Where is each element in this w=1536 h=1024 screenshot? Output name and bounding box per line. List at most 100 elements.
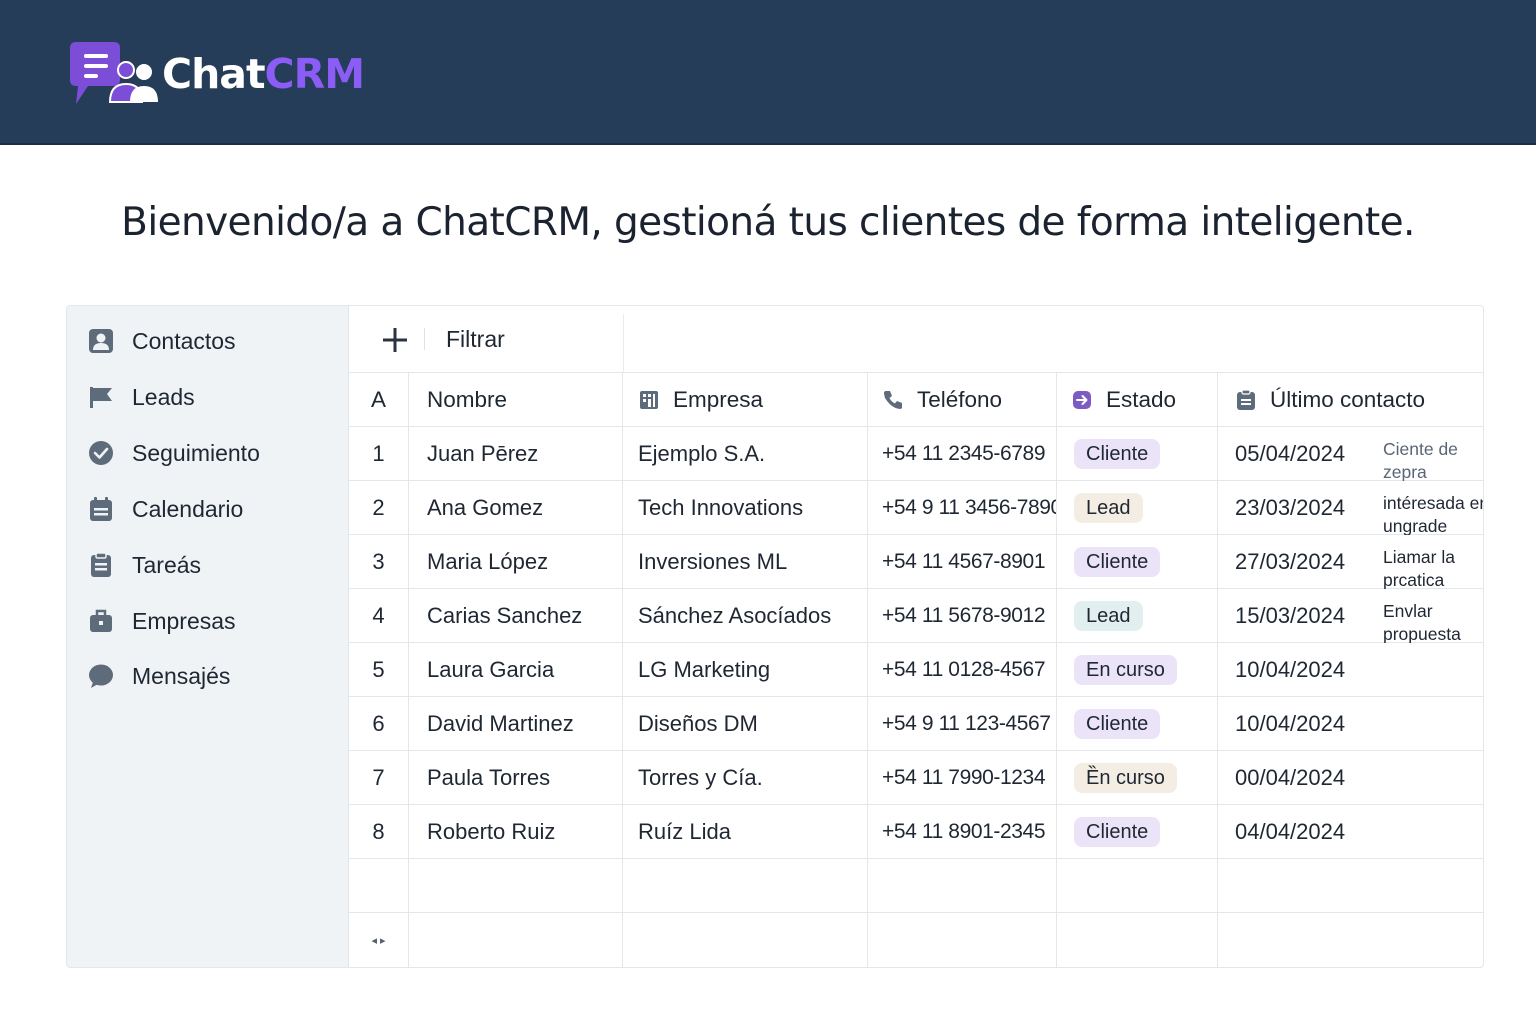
contact-name[interactable]: Laura Garcia (409, 643, 623, 697)
table-row[interactable]: 2 Ana Gomez Tech Innovations +54 9 11 34… (349, 481, 1484, 535)
contact-name[interactable]: Maria López (409, 535, 623, 589)
status-cell[interactable]: Cliente (1057, 805, 1218, 859)
contact-name[interactable]: Paula Torres (409, 751, 623, 805)
brand-logo[interactable]: ChatCRM (66, 40, 365, 108)
column-header-empresa[interactable]: Empresa (623, 373, 868, 427)
sidebar-item-leads[interactable]: Leads (87, 377, 337, 417)
table-row[interactable]: 3 Maria López Inversiones ML +54 11 4567… (349, 535, 1483, 589)
contact-name[interactable]: Ana Gomez (409, 481, 623, 535)
last-contact-cell[interactable]: 10/04/2024 (1218, 643, 1483, 697)
phone-number[interactable]: +54 11 0128-4567 (868, 643, 1057, 697)
contact-name[interactable]: Juan Pērez (409, 427, 623, 481)
status-badge: En curso (1074, 655, 1177, 685)
status-cell[interactable]: Cliente (1057, 535, 1218, 589)
company-name[interactable]: Ruíz Lida (623, 805, 868, 859)
phone-number[interactable]: +54 11 8901-2345 (868, 805, 1057, 859)
last-contact-cell[interactable]: 23/03/2024 intéresada en ungrade (1218, 481, 1484, 535)
phone-number[interactable]: +54 11 7990-1234 (868, 751, 1057, 805)
company-name[interactable]: Torres y Cía. (623, 751, 868, 805)
table-row[interactable]: 8 Roberto Ruiz Ruíz Lida +54 11 8901-234… (349, 805, 1483, 859)
contact-card-icon (87, 327, 115, 355)
sidebar-item-label: Contactos (132, 327, 236, 354)
last-contact-cell[interactable]: 05/04/2024 Ciente de zepra (1218, 427, 1483, 481)
last-contact-cell[interactable]: 15/03/2024 Envlar propuesta (1218, 589, 1483, 643)
contact-name[interactable]: Roberto Ruiz (409, 805, 623, 859)
sidebar-item-calendario[interactable]: Calendario (87, 489, 337, 529)
sidebar-item-mensajes[interactable]: Mensajés (87, 656, 337, 696)
last-contact-cell[interactable]: 00/04/2024 (1218, 751, 1483, 805)
empty-cell (349, 859, 409, 913)
sidebar-item-contactos[interactable]: Contactos (87, 321, 337, 361)
table-row[interactable]: 6 David Martinez Diseños DM +54 9 11 123… (349, 697, 1483, 751)
table-row[interactable]: 5 Laura Garcia LG Marketing +54 11 0128-… (349, 643, 1483, 697)
table-row[interactable]: 1 Juan Pērez Ejemplo S.A. +54 11 2345-67… (349, 427, 1483, 481)
last-contact-date: 04/04/2024 (1235, 819, 1346, 844)
company-name[interactable]: LG Marketing (623, 643, 868, 697)
status-cell[interactable]: Cliente (1057, 697, 1218, 751)
status-badge: Cliente (1074, 439, 1161, 469)
contact-note: Ciente de zepra (1383, 439, 1458, 481)
building-icon (638, 389, 660, 411)
status-cell[interactable]: Lead (1057, 481, 1218, 535)
last-contact-cell[interactable]: 27/03/2024 Liamar la prcatica (1218, 535, 1483, 589)
add-button[interactable] (379, 324, 411, 356)
phone-number[interactable]: +54 11 5678-9012 (868, 589, 1057, 643)
contact-name[interactable]: Carias Sanchez (409, 589, 623, 643)
last-contact-cell[interactable]: 04/04/2024 (1218, 805, 1483, 859)
empty-cell (1218, 859, 1483, 913)
sidebar-item-seguimiento[interactable]: Seguimiento (87, 433, 337, 473)
sidebar-item-label: Seguimiento (132, 439, 260, 466)
column-header-estado[interactable]: Estado (1057, 373, 1218, 427)
phone-number[interactable]: +54 9 11 123-4567 (868, 697, 1057, 751)
phone-number[interactable]: +54 9 11 3456-7890 (868, 481, 1057, 535)
row-index: 5 (349, 643, 409, 697)
row-index: 6 (349, 697, 409, 751)
sidebar-item-empresas[interactable]: Empresas (87, 601, 337, 641)
phone-number[interactable]: +54 11 2345-6789 (868, 427, 1057, 481)
empty-table-row[interactable] (349, 859, 1483, 913)
column-header-nombre[interactable]: Nombre (409, 373, 623, 427)
row-index: 8 (349, 805, 409, 859)
toolbar-divider (424, 328, 425, 350)
phone-number[interactable]: +54 11 4567-8901 (868, 535, 1057, 589)
status-cell[interactable]: Cliente (1057, 427, 1218, 481)
sidebar-item-label: Calendario (132, 495, 244, 522)
empty-cell (409, 913, 623, 967)
contact-note: intéresada en ungrade (1383, 493, 1484, 535)
company-name[interactable]: Sánchez Asocíados (623, 589, 868, 643)
empty-cell (1057, 859, 1218, 913)
contact-note: Envlar propuesta (1383, 601, 1461, 643)
last-contact-cell[interactable]: 10/04/2024 (1218, 697, 1483, 751)
empty-cell (1218, 913, 1483, 967)
company-name[interactable]: Diseños DM (623, 697, 868, 751)
flag-icon (87, 383, 115, 411)
company-name[interactable]: Tech Innovations (623, 481, 868, 535)
last-contact-date: 10/04/2024 (1235, 711, 1346, 736)
status-cell[interactable]: Lead (1057, 589, 1218, 643)
sidebar-item-tareas[interactable]: Tareás (87, 545, 337, 585)
table-row[interactable]: 4 Carias Sanchez Sánchez Asocíados +54 1… (349, 589, 1483, 643)
chat-people-logo-icon (66, 40, 160, 108)
table-footer-row: ◂ ▸ (349, 913, 1483, 967)
company-name[interactable]: Inversiones ML (623, 535, 868, 589)
column-header-ultimo-contacto[interactable]: Último contacto (1218, 373, 1483, 427)
row-index: 7 (349, 751, 409, 805)
column-header-telefono[interactable]: Teléfono (868, 373, 1057, 427)
status-badge: Ȅn curso (1074, 763, 1177, 793)
column-header-index[interactable]: A (349, 373, 409, 427)
company-name[interactable]: Ejemplo S.A. (623, 427, 868, 481)
last-contact-date: 00/04/2024 (1235, 765, 1346, 790)
clipboard-icon (1235, 389, 1257, 411)
contact-name[interactable]: David Martinez (409, 697, 623, 751)
empty-cell (1057, 913, 1218, 967)
column-header-label: Empresa (673, 387, 764, 412)
status-cell[interactable]: En curso (1057, 643, 1218, 697)
table-row[interactable]: 7 Paula Torres Torres y Cía. +54 11 7990… (349, 751, 1483, 805)
status-badge: Cliente (1074, 709, 1161, 739)
sidebar: Contactos Leads Seguimiento Calendario T… (67, 306, 349, 967)
filter-button[interactable]: Filtrar (446, 326, 505, 353)
status-arrow-icon (1071, 389, 1093, 411)
empty-cell (868, 859, 1057, 913)
pagination-arrows[interactable]: ◂ ▸ (349, 913, 409, 967)
status-cell[interactable]: Ȅn curso (1057, 751, 1218, 805)
